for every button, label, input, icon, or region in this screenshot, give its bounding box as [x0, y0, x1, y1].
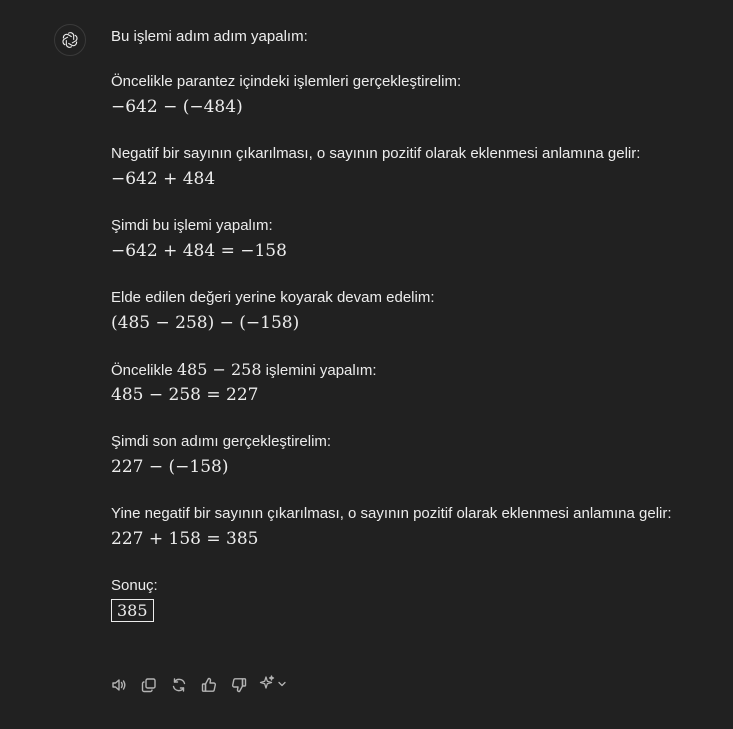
- step-6: Şimdi son adımı gerçekleştirelim: 227 − …: [111, 432, 721, 478]
- switch-model-button[interactable]: [256, 674, 289, 696]
- message-intro: Bu işlemi adım adım yapalım:: [111, 28, 308, 45]
- step-math: −642 + 484 = −158: [111, 241, 287, 261]
- message-actions: [106, 674, 289, 696]
- copy-button[interactable]: [136, 674, 162, 696]
- step-2: Negatif bir sayının çıkarılması, o sayın…: [111, 144, 721, 190]
- thumbs-down-icon: [230, 676, 248, 694]
- assistant-message: Bu işlemi adım adım yapalım: Öncelikle p…: [111, 27, 721, 622]
- step-text: Yine negatif bir sayının çıkarılması, o …: [111, 505, 672, 522]
- result: Sonuç: 385: [111, 576, 721, 622]
- step-text: Şimdi bu işlemi yapalım:: [111, 217, 273, 234]
- step-text-after: işlemini yapalım:: [261, 362, 377, 379]
- step-inline-math: 485 − 258: [176, 360, 262, 379]
- step-math: 227 − (−158): [111, 457, 229, 477]
- result-value-box: 385: [111, 599, 154, 622]
- assistant-avatar: [54, 24, 86, 56]
- step-math: 485 − 258 = 227: [111, 385, 259, 405]
- step-4: Elde edilen değeri yerine koyarak devam …: [111, 288, 721, 334]
- result-label: Sonuç:: [111, 577, 158, 594]
- step-math: −642 + 484: [111, 169, 216, 189]
- step-5: Öncelikle 485 − 258 işlemini yapalım: 48…: [111, 360, 721, 406]
- step-3: Şimdi bu işlemi yapalım: −642 + 484 = −1…: [111, 216, 721, 262]
- step-math: 227 + 158 = 385: [111, 529, 259, 549]
- chevron-down-icon: [277, 676, 287, 694]
- sparkle-icon: [258, 674, 276, 697]
- step-text: Öncelikle parantez içindeki işlemleri ge…: [111, 73, 462, 90]
- thumbs-up-icon: [200, 676, 218, 694]
- copy-icon: [140, 676, 158, 694]
- step-1: Öncelikle parantez içindeki işlemleri ge…: [111, 72, 721, 118]
- step-text: Negatif bir sayının çıkarılması, o sayın…: [111, 145, 641, 162]
- openai-logo-icon: [60, 30, 80, 50]
- bad-response-button[interactable]: [226, 674, 252, 696]
- step-math: (485 − 258) − (−158): [111, 313, 300, 333]
- step-math: −642 − (−484): [111, 97, 243, 117]
- step-text: Elde edilen değeri yerine koyarak devam …: [111, 289, 435, 306]
- step-text: Şimdi son adımı gerçekleştirelim:: [111, 433, 332, 450]
- step-7: Yine negatif bir sayının çıkarılması, o …: [111, 504, 721, 550]
- step-text-before: Öncelikle: [111, 362, 177, 379]
- regenerate-icon: [170, 676, 188, 694]
- regenerate-button[interactable]: [166, 674, 192, 696]
- speaker-icon: [110, 676, 128, 694]
- good-response-button[interactable]: [196, 674, 222, 696]
- step-text: Öncelikle 485 − 258 işlemini yapalım:: [111, 360, 721, 379]
- read-aloud-button[interactable]: [106, 674, 132, 696]
